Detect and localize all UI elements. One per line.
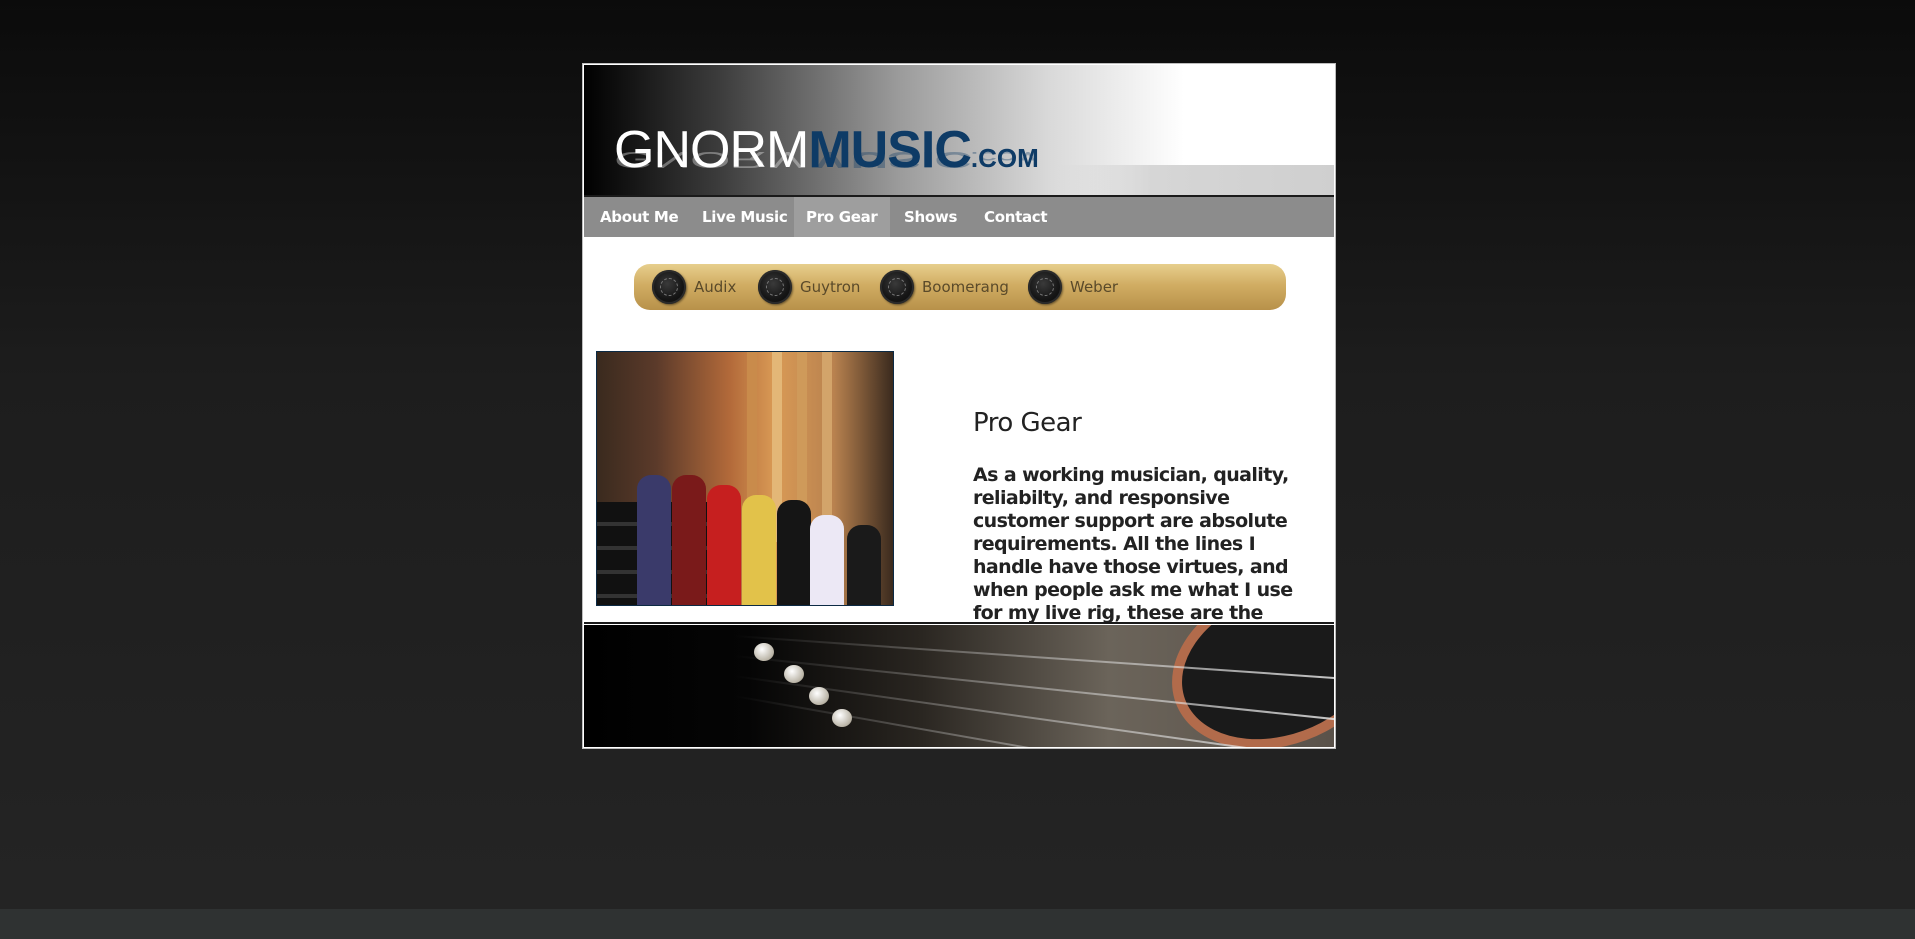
nav-pro-gear[interactable]: Pro Gear [794,197,890,237]
nav-contact[interactable]: Contact [972,197,1059,237]
bridge-pin [784,665,804,683]
brand-weber[interactable]: Weber [1028,268,1128,306]
nav-live-music[interactable]: Live Music [690,197,799,237]
brand-guytron[interactable]: Guytron [758,268,868,306]
page-title: Pro Gear [973,408,1082,438]
logo-reflection-music: MUSIC [808,146,971,173]
logo-reflection-com: .COM [970,149,1039,163]
guitar-neck [822,352,832,542]
knob-icon [652,270,686,304]
brand-bar: Audix Guytron Boomerang Weber [634,264,1286,310]
guitar-body [707,485,741,605]
nav-shows[interactable]: Shows [892,197,969,237]
bridge-pin [809,687,829,705]
guitar-body [742,495,776,605]
brand-label: Boomerang [922,278,1009,296]
logo-reflection: GNORMMUSIC.COM [614,146,1039,173]
guitars-photo [596,351,894,606]
guitar-body [847,525,881,605]
knob-icon [880,270,914,304]
bottom-band [0,909,1915,939]
knob-icon [1028,270,1062,304]
brand-audix[interactable]: Audix [652,268,752,306]
bridge-pin [832,709,852,727]
main-nav: About Me Live Music Pro Gear Shows Conta… [584,197,1334,237]
soundhole-rosette [1148,625,1334,747]
header-strip [1054,165,1334,195]
brand-label: Guytron [800,278,861,296]
guitar-body [810,515,844,605]
guitar-body [777,500,811,605]
page-container: GNORMMUSIC.COM GNORMMUSIC.COM About Me L… [582,63,1336,749]
brand-label: Audix [694,278,737,296]
nav-about-me[interactable]: About Me [588,197,690,237]
page-description: As a working musician, quality, reliabil… [973,464,1293,647]
site-header: GNORMMUSIC.COM GNORMMUSIC.COM [584,65,1334,195]
brand-boomerang[interactable]: Boomerang [880,268,1010,306]
guitar-body [672,475,706,605]
guitar-body [637,475,671,605]
logo-reflection-gnorm: GNORM [614,146,809,173]
bridge-pin [754,643,774,661]
guitar-footer-image [584,625,1334,747]
footer-divider [584,622,1334,624]
brand-label: Weber [1070,278,1119,296]
knob-icon [758,270,792,304]
